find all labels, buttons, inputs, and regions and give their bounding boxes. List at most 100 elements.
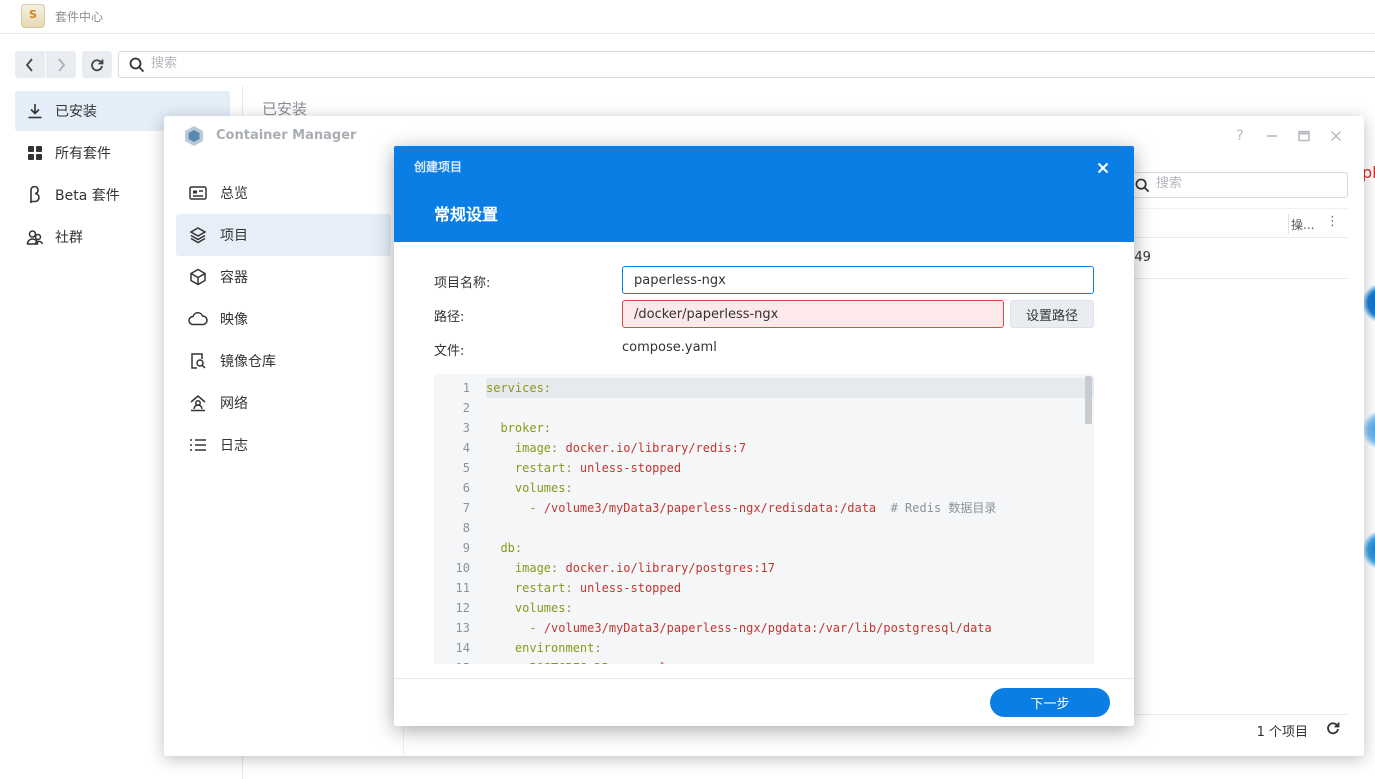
project-search-input[interactable] bbox=[1156, 176, 1336, 191]
code-line: 2 bbox=[434, 398, 1094, 418]
sidebar-item-overview[interactable]: 总览 bbox=[176, 172, 391, 214]
package-center-toolbar bbox=[0, 44, 1375, 86]
line-number: 10 bbox=[455, 561, 470, 575]
sidebar-item-registry[interactable]: 镜像仓库 bbox=[176, 340, 391, 382]
code-line: 6 volumes: bbox=[434, 478, 1094, 498]
help-button[interactable]: ? bbox=[1230, 126, 1250, 146]
sidebar-item-label: 容器 bbox=[220, 270, 248, 286]
code-text: image: docker.io/library/redis:7 bbox=[514, 441, 747, 455]
line-number: 11 bbox=[455, 581, 470, 595]
download-icon bbox=[15, 102, 55, 120]
overview-icon bbox=[176, 185, 220, 201]
code-text: environment: bbox=[514, 641, 602, 655]
code-text: restart: unless-stopped bbox=[514, 581, 682, 595]
maximize-button[interactable] bbox=[1294, 126, 1314, 146]
container-manager-sidebar: 总览 项目 容器 映像 镜像仓库 网络 日志 bbox=[164, 172, 404, 756]
sidebar-item-label: 日志 bbox=[220, 438, 248, 454]
minimize-button[interactable] bbox=[1262, 126, 1282, 146]
code-text: - /volume3/myData3/paperless-ngx/pgdata:… bbox=[529, 621, 992, 635]
refresh-icon bbox=[1327, 722, 1340, 735]
editor-scrollbar[interactable] bbox=[1085, 376, 1092, 424]
sidebar-item-projects[interactable]: 项目 bbox=[176, 214, 391, 256]
code-text: db: bbox=[500, 541, 523, 555]
sidebar-item-containers[interactable]: 容器 bbox=[176, 256, 391, 298]
set-path-button[interactable]: 设置路径 bbox=[1010, 300, 1094, 328]
code-line: 8 bbox=[434, 518, 1094, 538]
path-label: 路径: bbox=[434, 310, 465, 325]
sidebar-item-label: 映像 bbox=[220, 312, 248, 328]
code-line: 14 environment: bbox=[434, 638, 1094, 658]
maximize-icon bbox=[1298, 130, 1310, 142]
code-text: POSTGRES_DB: paperless bbox=[486, 658, 688, 664]
refresh-button[interactable] bbox=[82, 51, 112, 78]
sidebar-item-network[interactable]: 网络 bbox=[176, 382, 391, 424]
log-icon bbox=[176, 437, 220, 453]
next-button[interactable]: 下一步 bbox=[990, 688, 1110, 717]
line-number: 3 bbox=[462, 421, 470, 435]
project-name-input[interactable] bbox=[622, 266, 1094, 294]
community-icon bbox=[15, 228, 55, 246]
sidebar-item-label: Beta 套件 bbox=[55, 188, 120, 204]
file-name: compose.yaml bbox=[622, 340, 717, 355]
grid-icon bbox=[15, 145, 55, 161]
sidebar-item-label: 所有套件 bbox=[55, 146, 111, 162]
line-number: 6 bbox=[462, 481, 470, 495]
row-divider bbox=[1130, 278, 1348, 279]
package-search-input[interactable] bbox=[151, 56, 751, 71]
code-line: 5 restart: unless-stopped bbox=[434, 458, 1094, 478]
compose-code-editor[interactable]: 1 services: 2 3 broker: 4 image: docker.io/l… bbox=[434, 374, 1094, 664]
help-icon: ? bbox=[1236, 128, 1244, 144]
beta-icon bbox=[15, 186, 55, 204]
network-icon bbox=[176, 394, 220, 412]
project-search-box[interactable] bbox=[1130, 172, 1348, 198]
column-header-action[interactable]: 操... bbox=[1291, 216, 1314, 233]
registry-icon bbox=[176, 352, 220, 370]
project-name-label: 项目名称: bbox=[434, 276, 491, 291]
code-line: 1 services: bbox=[434, 378, 1094, 398]
dialog-header: 创建项目 常规设置 bbox=[394, 146, 1134, 242]
line-number: 1 bbox=[462, 381, 470, 395]
close-icon bbox=[1097, 162, 1109, 174]
refresh-icon bbox=[91, 58, 104, 71]
search-icon bbox=[129, 57, 145, 73]
code-line: 13 - /volume3/myData3/paperless-ngx/pgda… bbox=[434, 618, 1094, 638]
sidebar-item-images[interactable]: 映像 bbox=[176, 298, 391, 340]
code-text: volumes: bbox=[514, 601, 573, 615]
column-options-button[interactable]: ⋮ bbox=[1326, 214, 1339, 229]
create-project-dialog: 创建项目 常规设置 项目名称: 路径: 设置路径 文件: compose.yam… bbox=[394, 146, 1134, 726]
sidebar-item-log[interactable]: 日志 bbox=[176, 424, 391, 466]
dialog-title: 创建项目 bbox=[414, 160, 463, 174]
sidebar-item-label: 总览 bbox=[220, 186, 248, 202]
sidebar-item-label: 项目 bbox=[220, 228, 248, 244]
line-number: 15 bbox=[434, 658, 470, 664]
close-dialog-button[interactable] bbox=[1097, 155, 1109, 179]
forward-button[interactable] bbox=[46, 51, 76, 78]
project-table-header: 操... ⋮ bbox=[1130, 208, 1348, 238]
package-center-titlebar: S 套件中心 bbox=[0, 0, 1375, 34]
path-input[interactable] bbox=[622, 300, 1004, 328]
code-line: 9 db: bbox=[434, 538, 1094, 558]
file-label: 文件: bbox=[434, 344, 465, 359]
window-title: Container Manager bbox=[216, 128, 357, 143]
package-search-box[interactable] bbox=[118, 51, 1375, 78]
sidebar-item-label: 已安装 bbox=[55, 104, 97, 120]
line-number: 7 bbox=[462, 501, 470, 515]
close-window-button[interactable] bbox=[1326, 126, 1346, 146]
sidebar-item-label: 镜像仓库 bbox=[220, 354, 276, 370]
code-text: broker: bbox=[500, 421, 552, 435]
code-text: restart: unless-stopped bbox=[514, 461, 682, 475]
column-divider bbox=[1288, 214, 1289, 234]
sidebar-item-label: 社群 bbox=[55, 230, 83, 246]
code-line: 3 broker: bbox=[434, 418, 1094, 438]
search-icon bbox=[1135, 178, 1150, 193]
code-text: volumes: bbox=[514, 481, 573, 495]
code-text: image: docker.io/library/postgres:17 bbox=[514, 561, 776, 575]
cloud-icon bbox=[176, 311, 220, 327]
line-number: 5 bbox=[462, 461, 470, 475]
chevron-right-icon bbox=[58, 57, 66, 72]
code-text: - /volume3/myData3/paperless-ngx/redisda… bbox=[529, 501, 997, 515]
dialog-footer: 下一步 bbox=[394, 678, 1134, 726]
line-number: 2 bbox=[462, 401, 470, 415]
back-button[interactable] bbox=[15, 51, 45, 78]
refresh-list-button[interactable] bbox=[1326, 721, 1340, 739]
